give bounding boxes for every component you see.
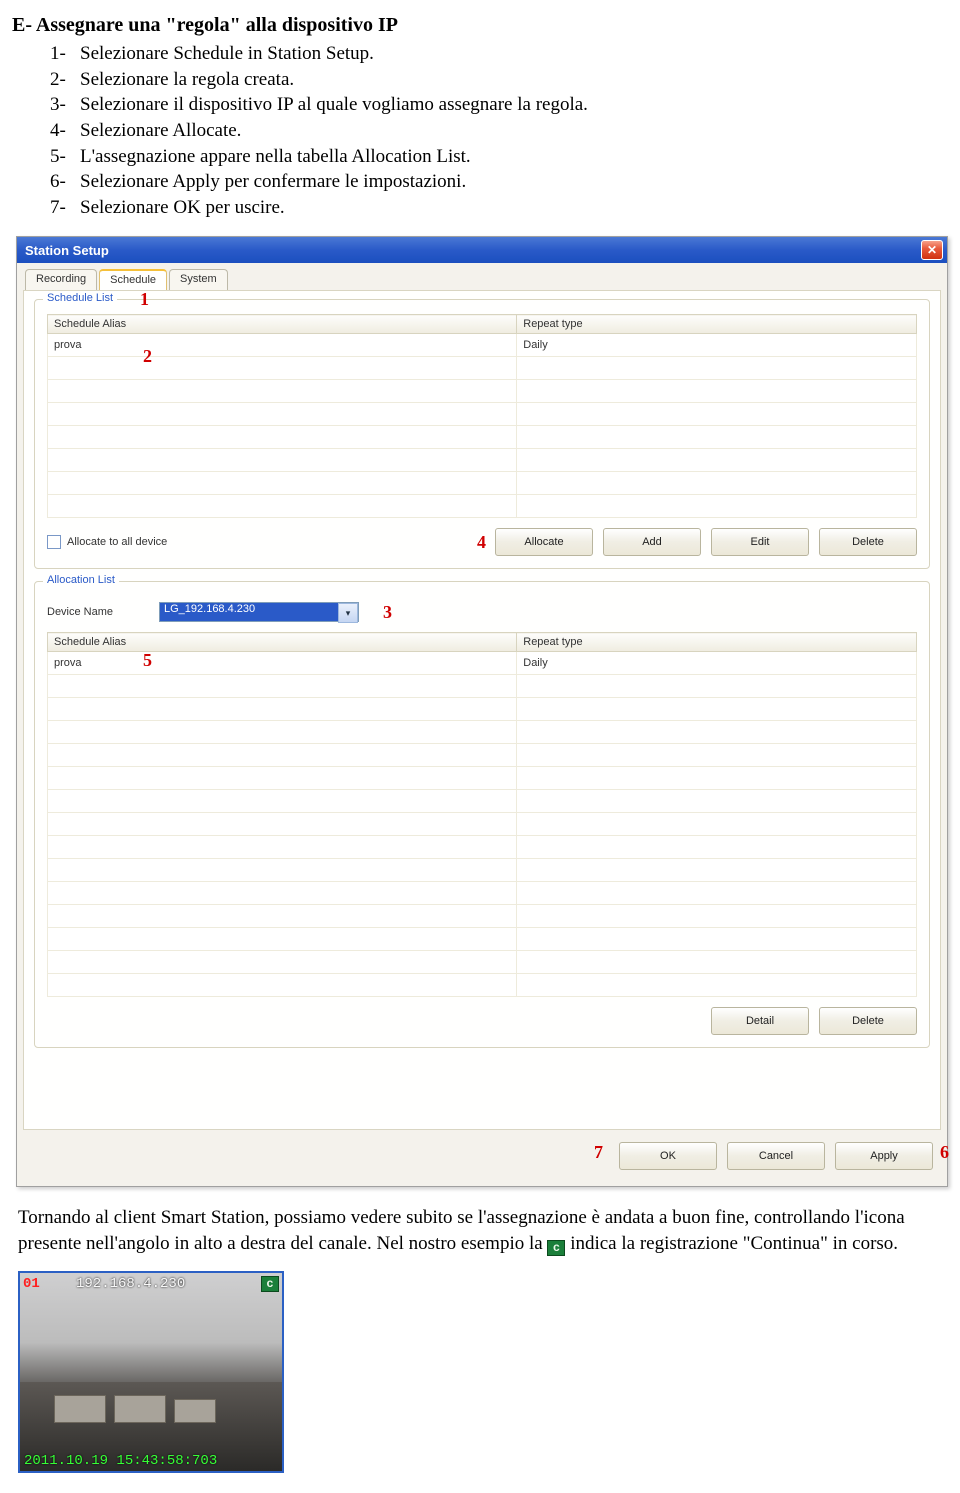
table-row[interactable]: prova Daily <box>48 334 917 357</box>
chevron-down-icon[interactable]: ▾ <box>338 603 358 623</box>
group-title-allocation: Allocation List <box>43 574 119 586</box>
table-row: . <box>48 403 917 426</box>
table-row: . <box>48 974 917 997</box>
table-row: . <box>48 472 917 495</box>
schedule-col-repeat[interactable]: Repeat type <box>517 315 917 334</box>
allocate-all-checkbox[interactable]: Allocate to all device <box>47 535 167 549</box>
section-heading: E- Assegnare una "regola" alla dispositi… <box>12 14 948 37</box>
table-row: . <box>48 744 917 767</box>
table-row: . <box>48 357 917 380</box>
thumbnail-channel: 01 <box>23 1276 40 1292</box>
allocate-button[interactable]: Allocate <box>495 528 593 556</box>
allocation-table: Schedule Alias Repeat type prova Daily .… <box>47 632 917 997</box>
dialog-titlebar: Station Setup ✕ <box>17 237 947 263</box>
table-row: . <box>48 882 917 905</box>
table-row: . <box>48 675 917 698</box>
heading-prefix: E- <box>12 14 36 36</box>
list-item: 2-Selezionare la regola creata. <box>50 67 948 93</box>
ok-button[interactable]: OK <box>619 1142 717 1170</box>
tab-schedule[interactable]: Schedule <box>99 269 167 290</box>
table-row: . <box>48 951 917 974</box>
heading-text: Assegnare una "regola" alla dispositivo … <box>36 14 398 36</box>
allocation-list-group: Allocation List Device Name LG_192.168.4… <box>34 581 930 1048</box>
thumbnail-scene-object <box>114 1395 166 1423</box>
camera-thumbnail: 01 192.168.4.230 c 2011.10.19 15:43:58:7… <box>18 1271 284 1473</box>
apply-button[interactable]: Apply <box>835 1142 933 1170</box>
device-name-combo[interactable]: LG_192.168.4.230 ▾ <box>159 602 359 622</box>
table-row: . <box>48 859 917 882</box>
schedule-list-group: Schedule List Schedule Alias Repeat type… <box>34 299 930 569</box>
table-row: . <box>48 698 917 721</box>
list-item: 6-Selezionare Apply per confermare le im… <box>50 169 948 195</box>
table-row: . <box>48 380 917 403</box>
thumbnail-scene-object <box>174 1399 216 1423</box>
device-name-value[interactable]: LG_192.168.4.230 <box>159 602 359 622</box>
result-paragraph: Tornando al client Smart Station, possia… <box>18 1205 942 1256</box>
alloc-col-repeat[interactable]: Repeat type <box>517 633 917 652</box>
list-item: 5-L'assegnazione appare nella tabella Al… <box>50 144 948 170</box>
delete-button[interactable]: Delete <box>819 528 917 556</box>
allocate-all-label: Allocate to all device <box>67 536 167 548</box>
table-row: . <box>48 449 917 472</box>
detail-button[interactable]: Detail <box>711 1007 809 1035</box>
cancel-button[interactable]: Cancel <box>727 1142 825 1170</box>
table-row: . <box>48 836 917 859</box>
continuous-rec-icon: c <box>547 1240 565 1256</box>
thumbnail-scene-object <box>54 1395 106 1423</box>
device-name-label: Device Name <box>47 606 147 618</box>
dialog-tabs: Recording Schedule System <box>19 265 945 290</box>
tab-recording[interactable]: Recording <box>25 269 97 290</box>
table-row: . <box>48 790 917 813</box>
instruction-list: 1-Selezionare Schedule in Station Setup.… <box>50 41 948 220</box>
callout-3: 3 <box>383 602 392 623</box>
table-row[interactable]: prova Daily <box>48 652 917 675</box>
dialog-title: Station Setup <box>25 243 109 258</box>
add-button[interactable]: Add <box>603 528 701 556</box>
schedule-col-alias[interactable]: Schedule Alias <box>48 315 517 334</box>
table-row: . <box>48 813 917 836</box>
table-row: . <box>48 767 917 790</box>
schedule-table: Schedule Alias Repeat type prova Daily .… <box>47 314 917 518</box>
thumbnail-timestamp: 2011.10.19 15:43:58:703 <box>24 1453 217 1469</box>
alloc-col-alias[interactable]: Schedule Alias <box>48 633 517 652</box>
tab-system[interactable]: System <box>169 269 228 290</box>
callout-6: 6 <box>940 1142 949 1163</box>
table-row: . <box>48 495 917 518</box>
delete2-button[interactable]: Delete <box>819 1007 917 1035</box>
thumbnail-ip: 192.168.4.230 <box>76 1276 185 1292</box>
table-row: . <box>48 426 917 449</box>
close-icon[interactable]: ✕ <box>921 240 943 260</box>
edit-button[interactable]: Edit <box>711 528 809 556</box>
station-setup-dialog: Station Setup ✕ Recording Schedule Syste… <box>16 236 948 1187</box>
list-item: 7-Selezionare OK per uscire. <box>50 195 948 221</box>
list-item: 3-Selezionare il dispositivo IP al quale… <box>50 92 948 118</box>
group-title-schedule: Schedule List <box>43 292 117 304</box>
checkbox-icon[interactable] <box>47 535 61 549</box>
callout-4: 4 <box>477 532 486 553</box>
table-row: . <box>48 928 917 951</box>
callout-7: 7 <box>594 1142 603 1163</box>
list-item: 1-Selezionare Schedule in Station Setup. <box>50 41 948 67</box>
continuous-rec-icon: c <box>261 1276 279 1292</box>
list-item: 4-Selezionare Allocate. <box>50 118 948 144</box>
table-row: . <box>48 905 917 928</box>
table-row: . <box>48 721 917 744</box>
